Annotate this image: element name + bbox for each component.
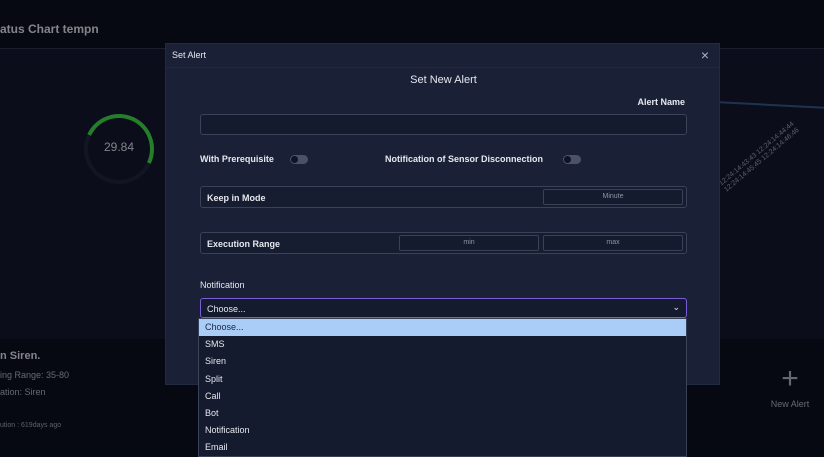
with-prerequisite-toggle[interactable] xyxy=(290,155,308,164)
with-prerequisite-label: With Prerequisite xyxy=(200,154,274,164)
notification-label: Notification xyxy=(200,280,245,290)
dropdown-option-notification[interactable]: Notification xyxy=(199,422,686,439)
execution-range-row: Execution Range min max xyxy=(200,232,687,254)
notification-select[interactable]: Choose... ⌄ xyxy=(200,298,687,318)
dropdown-option-choose[interactable]: Choose... xyxy=(199,319,686,337)
dropdown-option-split[interactable]: Split xyxy=(199,371,686,388)
notification-select-value: Choose... xyxy=(207,304,246,314)
dropdown-option-siren[interactable]: Siren xyxy=(199,353,686,370)
dropdown-option-bot[interactable]: Bot xyxy=(199,405,686,422)
keep-in-mode-minute-input[interactable]: Minute xyxy=(543,189,683,205)
execution-range-label: Execution Range xyxy=(207,239,281,249)
close-icon[interactable]: × xyxy=(701,47,709,63)
chevron-down-icon: ⌄ xyxy=(672,302,680,312)
dropdown-option-sms[interactable]: SMS xyxy=(199,336,686,353)
notification-dropdown-list: Choose... SMS Siren Split Call Bot Notif… xyxy=(198,318,687,457)
keep-in-mode-row: Keep in Mode Minute xyxy=(200,186,687,208)
keep-in-mode-label: Keep in Mode xyxy=(207,193,266,203)
dropdown-option-call[interactable]: Call xyxy=(199,388,686,405)
form-title: Set New Alert xyxy=(410,74,477,86)
sensor-disconnection-label: Notification of Sensor Disconnection xyxy=(385,154,544,164)
sensor-disconnection-toggle[interactable] xyxy=(563,155,581,164)
alert-name-label: Alert Name xyxy=(637,97,685,107)
dropdown-option-email[interactable]: Email xyxy=(199,439,686,456)
execution-range-min-input[interactable]: min xyxy=(399,235,539,251)
modal-header: Set Alert × xyxy=(166,44,719,68)
modal-title: Set Alert xyxy=(172,50,207,60)
alert-name-input[interactable] xyxy=(200,114,687,135)
execution-range-max-input[interactable]: max xyxy=(543,235,683,251)
